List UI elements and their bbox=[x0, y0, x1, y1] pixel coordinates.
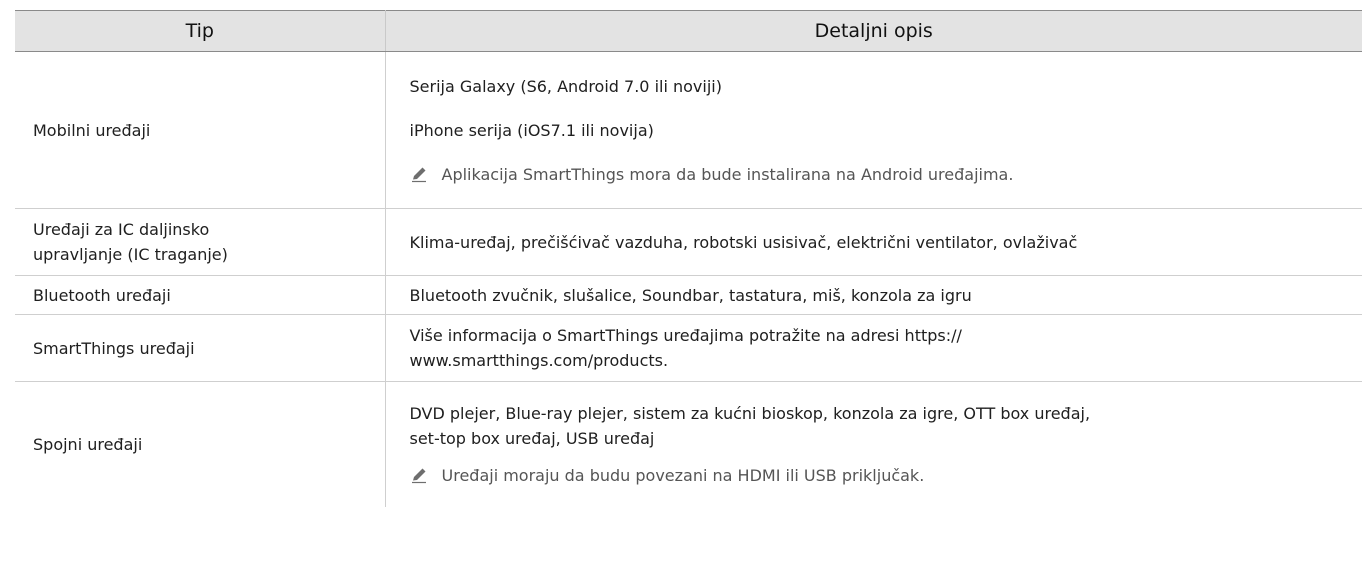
device-table-container: Tip Detaljni opis Mobilni uređaji Serija… bbox=[15, 10, 1362, 507]
device-table: Tip Detaljni opis Mobilni uređaji Serija… bbox=[15, 10, 1362, 507]
desc-line: www.smartthings.com/products. bbox=[409, 351, 669, 370]
header-description: Detaljni opis bbox=[385, 10, 1362, 52]
desc-line: iPhone serija (iOS7.1 ili novija) bbox=[409, 120, 654, 140]
desc-line: Više informacija o SmartThings uređajima… bbox=[409, 326, 962, 345]
row-desc-mobile: Serija Galaxy (S6, Android 7.0 ili novij… bbox=[385, 51, 1362, 209]
table-header-row: Tip Detaljni opis bbox=[15, 10, 1362, 52]
table-row: SmartThings uređaji Više informacija o S… bbox=[15, 314, 1362, 382]
row-type-ic: Uređaji za IC daljinsko upravljanje (IC … bbox=[15, 208, 386, 276]
row-desc-smartthings: Više informacija o SmartThings uređajima… bbox=[385, 314, 1362, 382]
row-type-smartthings: SmartThings uređaji bbox=[15, 314, 386, 382]
table-row: Mobilni uređaji Serija Galaxy (S6, Andro… bbox=[15, 51, 1362, 209]
desc-line: set-top box uređaj, USB uređaj bbox=[409, 428, 655, 448]
header-type: Tip bbox=[15, 10, 386, 52]
row-type-mobile: Mobilni uređaji bbox=[15, 51, 386, 209]
desc-line: DVD plejer, Blue-ray plejer, sistem za k… bbox=[409, 403, 1091, 423]
note: Uređaji moraju da budu povezani na HDMI … bbox=[410, 463, 1343, 488]
note-text: Aplikacija SmartThings mora da bude inst… bbox=[441, 164, 1014, 184]
pencil-note-icon bbox=[411, 167, 426, 183]
table-row: Spojni uređaji DVD plejer, Blue-ray plej… bbox=[15, 381, 1362, 507]
pencil-note-icon bbox=[411, 468, 426, 484]
row-desc-connectors: DVD plejer, Blue-ray plejer, sistem za k… bbox=[385, 382, 1362, 507]
row-desc-bluetooth: Bluetooth zvučnik, slušalice, Soundbar, … bbox=[385, 275, 1362, 315]
note: Aplikacija SmartThings mora da bude inst… bbox=[410, 162, 1343, 187]
type-line: upravljanje (IC traganje) bbox=[33, 245, 228, 264]
table-row: Uređaji za IC daljinsko upravljanje (IC … bbox=[15, 208, 1362, 276]
note-text: Uređaji moraju da budu povezani na HDMI … bbox=[441, 465, 925, 485]
table-row: Bluetooth uređaji Bluetooth zvučnik, slu… bbox=[15, 275, 1362, 315]
row-desc-ic: Klima-uređaj, prečišćivač vazduha, robot… bbox=[385, 208, 1362, 276]
desc-line: Serija Galaxy (S6, Android 7.0 ili novij… bbox=[409, 76, 722, 96]
row-type-bluetooth: Bluetooth uređaji bbox=[15, 275, 386, 315]
row-type-connectors: Spojni uređaji bbox=[15, 381, 386, 507]
type-line: Uređaji za IC daljinsko bbox=[33, 220, 210, 239]
